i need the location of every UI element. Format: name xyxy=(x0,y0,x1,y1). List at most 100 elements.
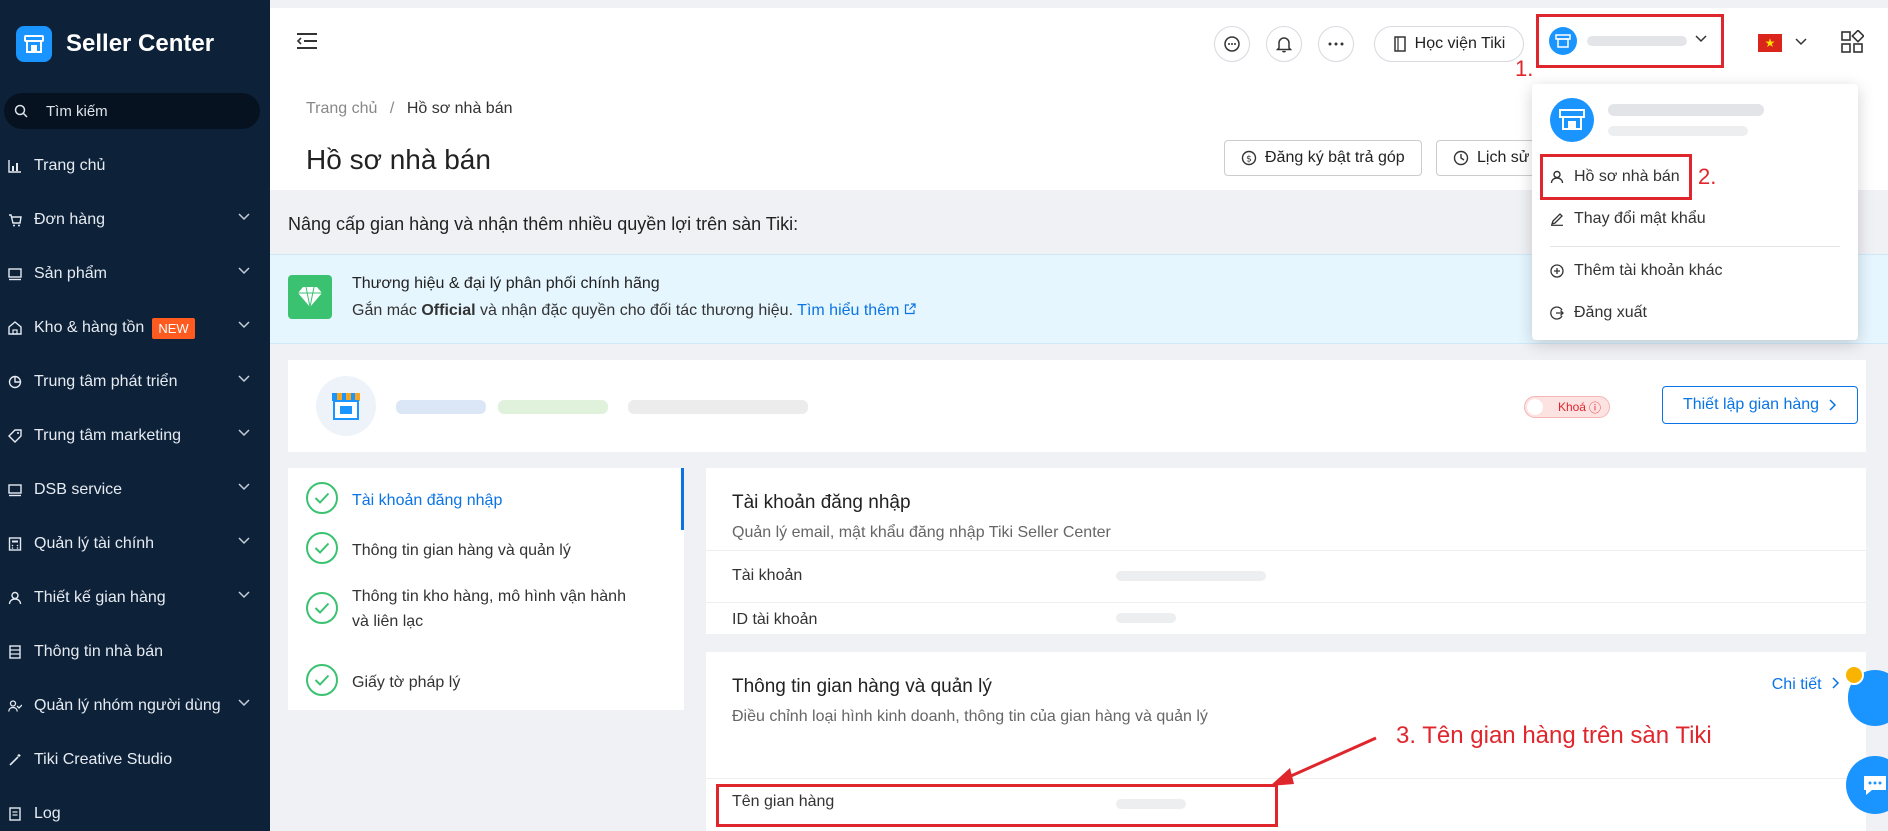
profile-steps-nav: Tài khoản đăng nhập Thông tin gian hàng … xyxy=(288,468,684,710)
sidebar-item-finance[interactable]: Quản lý tài chính xyxy=(0,517,270,571)
chevron-down-icon xyxy=(238,699,250,707)
sidebar-item-orders[interactable]: Đơn hàng xyxy=(0,193,270,247)
step-label: Tài khoản đăng nhập xyxy=(352,492,503,509)
store-setup-button[interactable]: Thiết lập gian hàng xyxy=(1662,386,1858,424)
step-legal-docs[interactable]: Giấy tờ pháp lý xyxy=(306,664,460,696)
academy-button[interactable]: Học viện Tiki xyxy=(1374,26,1524,62)
notification-button[interactable] xyxy=(1266,26,1302,62)
step-store-info[interactable]: Thông tin gian hàng và quản lý xyxy=(306,532,571,564)
sidebar-item-label: Sản phẩm xyxy=(34,265,107,282)
chat-icon xyxy=(1224,36,1240,52)
sidebar-item-home[interactable]: Trang chủ xyxy=(0,139,270,193)
plus-circle-icon xyxy=(1550,264,1564,278)
check-circle-icon xyxy=(306,664,338,696)
banner-desc-bold: Official xyxy=(421,302,476,319)
chevron-down-icon xyxy=(238,267,250,275)
sidebar-item-user-groups[interactable]: Quản lý nhóm người dùng xyxy=(0,679,270,733)
breadcrumb-home[interactable]: Trang chủ xyxy=(306,100,377,117)
row-label: Tài khoản xyxy=(732,567,803,584)
banner-desc-part: và nhận đặc quyền cho đối tác thương hiệ… xyxy=(475,302,798,319)
new-badge: NEW xyxy=(152,317,195,339)
pie-icon xyxy=(8,375,22,389)
sidebar-item-dsb-service[interactable]: DSB service xyxy=(0,463,270,517)
apps-grid-icon[interactable] xyxy=(1840,29,1865,59)
annotation-step-2: 2. xyxy=(1698,164,1717,189)
sidebar-item-inventory[interactable]: Kho & hàng tồn NEW xyxy=(0,301,270,355)
store-avatar-icon xyxy=(1549,27,1577,55)
sidebar-item-label: Quản lý tài chính xyxy=(34,535,155,552)
sidebar: Seller Center Tìm kiếm Trang chủ Đơn hàn… xyxy=(0,0,270,831)
history-button[interactable]: Lịch sử xyxy=(1436,140,1546,176)
log-icon xyxy=(9,807,21,821)
store-lock-toggle[interactable]: Khoá ⓘ xyxy=(1524,396,1610,418)
chevron-down-icon xyxy=(238,591,250,599)
account-email-blurred xyxy=(1608,126,1748,136)
menu-item-change-password[interactable]: Thay đổi mật khẩu xyxy=(1550,210,1706,228)
chart-icon xyxy=(8,160,21,173)
sidebar-item-log[interactable]: Log xyxy=(0,787,270,831)
sidebar-item-creative-studio[interactable]: Tiki Creative Studio xyxy=(0,733,270,787)
installment-register-button[interactable]: $ Đăng ký bật trả góp xyxy=(1224,140,1422,176)
account-name-blurred xyxy=(1608,104,1764,116)
breadcrumb-separator: / xyxy=(389,100,395,117)
account-id-row: ID tài khoản xyxy=(706,602,1866,634)
store-name-blurred xyxy=(396,400,486,414)
tag-icon xyxy=(8,429,22,443)
panel-title: Tài khoản đăng nhập xyxy=(732,492,911,513)
building-icon xyxy=(9,645,21,659)
annotation-box-seller-profile xyxy=(1540,154,1692,200)
breadcrumb-current: Hồ sơ nhà bán xyxy=(406,100,513,117)
menu-item-add-account[interactable]: Thêm tài khoản khác xyxy=(1550,262,1723,280)
step-warehouse-info[interactable]: Thông tin kho hàng, mô hình vận hành và … xyxy=(306,578,646,634)
more-dots-icon xyxy=(1328,42,1344,46)
collapse-menu-icon[interactable] xyxy=(296,32,318,55)
account-switcher[interactable] xyxy=(1536,14,1724,68)
store-logo-icon xyxy=(16,26,52,62)
detail-link-label: Chi tiết xyxy=(1771,676,1822,693)
sidebar-item-store-design[interactable]: Thiết kế gian hàng xyxy=(0,571,270,625)
vietnam-flag-icon[interactable]: ★ xyxy=(1758,34,1782,52)
sidebar-item-label: Trung tâm marketing xyxy=(34,427,182,444)
lock-label: Khoá xyxy=(1557,400,1586,414)
chevron-down-icon[interactable] xyxy=(1795,38,1807,46)
menu-item-logout[interactable]: Đăng xuất xyxy=(1550,304,1647,322)
svg-text:$: $ xyxy=(1246,155,1252,165)
account-id-value-blurred xyxy=(1116,613,1176,623)
account-dropdown-menu: Hồ sơ nhà bán Thay đổi mật khẩu Thêm tài… xyxy=(1532,84,1858,340)
sidebar-item-growth-center[interactable]: Trung tâm phát triển xyxy=(0,355,270,409)
step-login-account[interactable]: Tài khoản đăng nhập xyxy=(306,482,502,514)
notification-dot xyxy=(1844,665,1864,685)
detail-link[interactable]: Chi tiết xyxy=(1772,676,1840,694)
store-avatar-icon xyxy=(1550,98,1594,142)
sidebar-item-label: Thiết kế gian hàng xyxy=(34,589,166,606)
panel-title: Thông tin gian hàng và quản lý xyxy=(732,676,992,697)
sidebar-search[interactable]: Tìm kiếm xyxy=(4,93,260,129)
chevron-down-icon xyxy=(238,321,250,329)
chat-button[interactable] xyxy=(1214,26,1250,62)
login-account-panel: Tài khoản đăng nhập Quản lý email, mật k… xyxy=(706,468,1866,634)
bell-icon xyxy=(1276,37,1292,53)
brand-name: Seller Center xyxy=(66,30,215,57)
panel-subtitle: Quản lý email, mật khẩu đăng nhập Tiki S… xyxy=(732,524,1111,541)
sidebar-item-seller-info[interactable]: Thông tin nhà bán xyxy=(0,625,270,679)
sidebar-item-marketing[interactable]: Trung tâm marketing xyxy=(0,409,270,463)
external-link-icon[interactable] xyxy=(904,303,916,315)
step-label: Giấy tờ pháp lý xyxy=(352,674,461,691)
more-button[interactable] xyxy=(1318,26,1354,62)
store-status-blurred xyxy=(498,400,608,414)
row-label: ID tài khoản xyxy=(732,611,818,628)
search-icon xyxy=(14,104,28,118)
diamond-icon xyxy=(288,275,332,319)
chevron-down-icon xyxy=(238,375,250,383)
account-name-blurred xyxy=(1587,36,1687,46)
user-icon xyxy=(8,591,22,605)
sidebar-item-label: Quản lý nhóm người dùng xyxy=(34,697,221,714)
step-label: Thông tin kho hàng, mô hình vận hành và … xyxy=(352,588,626,630)
chevron-down-icon xyxy=(238,429,250,437)
chevron-down-icon xyxy=(1695,35,1707,43)
sidebar-item-products[interactable]: Sản phẩm xyxy=(0,247,270,301)
brand[interactable]: Seller Center xyxy=(0,0,270,88)
magic-wand-icon xyxy=(9,754,21,766)
learn-more-link[interactable]: Tìm hiểu thêm xyxy=(797,302,899,319)
seller-id-blurred xyxy=(628,400,808,414)
